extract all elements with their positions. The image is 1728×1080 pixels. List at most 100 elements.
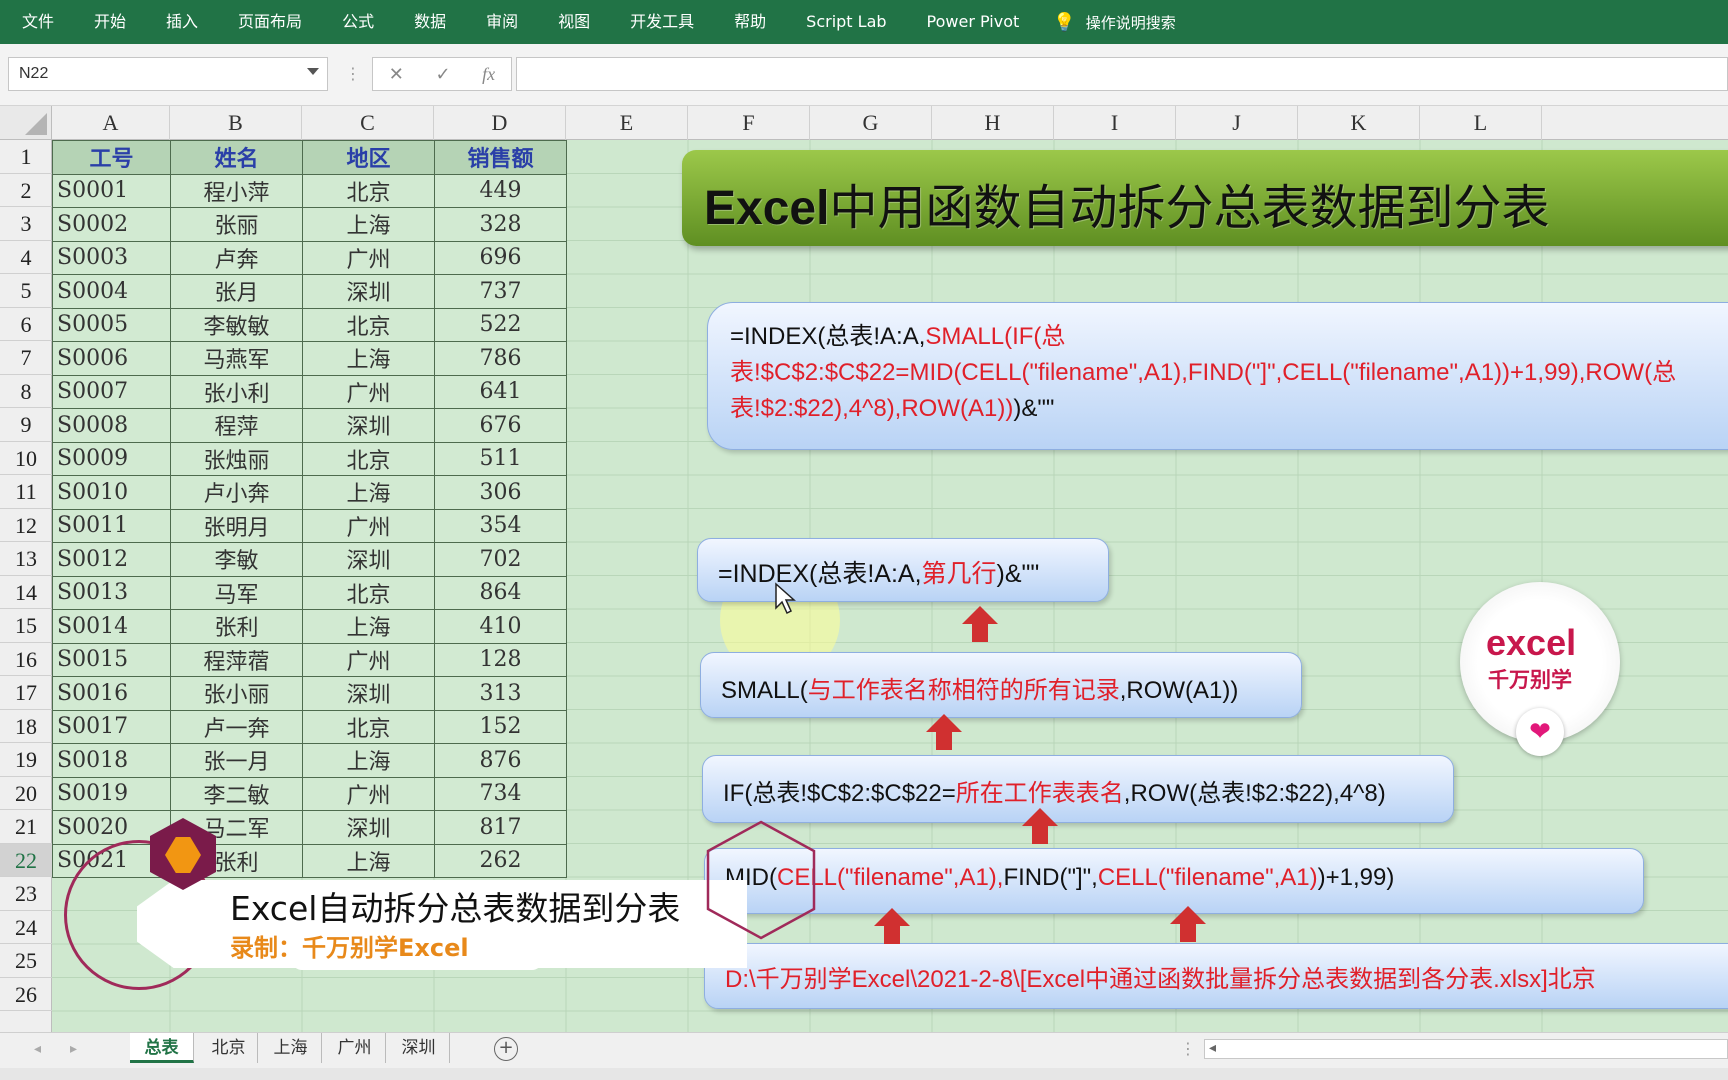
ribbon-tab[interactable]: 文件 bbox=[0, 0, 74, 44]
row-header[interactable]: 4 bbox=[0, 241, 52, 274]
insert-function-icon[interactable]: fx bbox=[482, 64, 495, 85]
table-cell[interactable]: 522 bbox=[434, 307, 567, 342]
ribbon-tab[interactable]: 页面布局 bbox=[218, 0, 322, 44]
sheet-tab[interactable]: 上海 bbox=[260, 1033, 322, 1063]
worksheet-grid[interactable]: 工号 姓名 地区 销售额 S0001 程小萍 北京 449 S0002 张丽 上海 328 S0003 卢… bbox=[52, 140, 1728, 1032]
table-cell[interactable]: 北京 bbox=[302, 575, 435, 610]
table-cell[interactable]: 864 bbox=[434, 575, 567, 610]
table-cell[interactable]: S0005 bbox=[52, 307, 171, 342]
table-cell[interactable]: 北京 bbox=[302, 709, 435, 744]
row-header[interactable]: 1 bbox=[0, 140, 52, 174]
table-cell[interactable]: 128 bbox=[434, 642, 567, 677]
row-header[interactable]: 8 bbox=[0, 375, 52, 408]
row-header[interactable]: 21 bbox=[0, 810, 52, 844]
table-cell[interactable]: 程小萍 bbox=[170, 173, 303, 208]
tell-me-search[interactable]: 💡 操作说明搜索 bbox=[1053, 12, 1175, 33]
table-cell[interactable]: 北京 bbox=[302, 173, 435, 208]
row-header[interactable]: 2 bbox=[0, 174, 52, 207]
ribbon-tab[interactable]: 审阅 bbox=[466, 0, 538, 44]
table-cell[interactable]: S0007 bbox=[52, 374, 171, 409]
table-cell[interactable]: 354 bbox=[434, 508, 567, 543]
table-cell[interactable]: 李敏 bbox=[170, 542, 303, 577]
table-cell[interactable]: 广州 bbox=[302, 374, 435, 409]
table-cell[interactable]: 马军 bbox=[170, 575, 303, 610]
splitter-icon[interactable]: ⋮ bbox=[345, 64, 361, 83]
table-cell[interactable]: 上海 bbox=[302, 207, 435, 242]
table-cell[interactable]: 张明月 bbox=[170, 508, 303, 543]
splitter-icon[interactable]: ⋮ bbox=[1180, 1039, 1196, 1058]
table-cell[interactable]: 上海 bbox=[302, 743, 435, 778]
name-box[interactable]: N22 bbox=[8, 57, 328, 91]
row-header[interactable]: 20 bbox=[0, 777, 52, 810]
table-header-cell[interactable]: 姓名 bbox=[170, 140, 303, 175]
row-header[interactable]: 3 bbox=[0, 207, 52, 241]
cancel-icon[interactable]: ✕ bbox=[389, 64, 404, 85]
table-cell[interactable]: 152 bbox=[434, 709, 567, 744]
table-cell[interactable]: 程萍 bbox=[170, 408, 303, 443]
ribbon-tab[interactable]: 视图 bbox=[538, 0, 610, 44]
row-header[interactable]: 9 bbox=[0, 408, 52, 442]
row-header[interactable]: 16 bbox=[0, 643, 52, 676]
row-header[interactable]: 5 bbox=[0, 274, 52, 308]
table-cell[interactable]: 786 bbox=[434, 341, 567, 376]
row-header[interactable]: 10 bbox=[0, 442, 52, 475]
table-cell[interactable]: 上海 bbox=[302, 341, 435, 376]
table-cell[interactable]: 李敏敏 bbox=[170, 307, 303, 342]
table-cell[interactable]: 卢奔 bbox=[170, 240, 303, 275]
row-header[interactable]: 15 bbox=[0, 609, 52, 643]
table-cell[interactable]: S0017 bbox=[52, 709, 171, 744]
table-cell[interactable]: S0003 bbox=[52, 240, 171, 275]
table-cell[interactable]: 449 bbox=[434, 173, 567, 208]
sheet-tab[interactable]: 深圳 bbox=[388, 1033, 450, 1063]
table-cell[interactable]: 程萍蓿 bbox=[170, 642, 303, 677]
column-header[interactable]: E bbox=[566, 106, 688, 140]
table-cell[interactable]: 张小利 bbox=[170, 374, 303, 409]
formula-input[interactable] bbox=[516, 57, 1728, 91]
column-header[interactable]: C bbox=[302, 106, 434, 140]
table-cell[interactable]: 卢小奔 bbox=[170, 475, 303, 510]
table-cell[interactable]: S0008 bbox=[52, 408, 171, 443]
table-cell[interactable]: 737 bbox=[434, 274, 567, 309]
table-cell[interactable]: 676 bbox=[434, 408, 567, 443]
table-cell[interactable]: 深圳 bbox=[302, 676, 435, 711]
table-cell[interactable]: 641 bbox=[434, 374, 567, 409]
table-header-cell[interactable]: 地区 bbox=[302, 140, 435, 175]
add-sheet-button[interactable]: + bbox=[494, 1037, 518, 1061]
table-cell[interactable]: 306 bbox=[434, 475, 567, 510]
table-cell[interactable]: 李二敏 bbox=[170, 776, 303, 811]
table-cell[interactable]: 张一月 bbox=[170, 743, 303, 778]
table-cell[interactable]: S0004 bbox=[52, 274, 171, 309]
table-cell[interactable]: 卢一奔 bbox=[170, 709, 303, 744]
sheet-tab[interactable]: 总表 bbox=[130, 1033, 194, 1063]
sheet-tab[interactable]: 北京 bbox=[200, 1033, 258, 1063]
row-header[interactable]: 22 bbox=[0, 843, 52, 877]
table-cell[interactable]: S0001 bbox=[52, 173, 171, 208]
column-header[interactable]: F bbox=[688, 106, 810, 140]
table-cell[interactable]: 张小丽 bbox=[170, 676, 303, 711]
table-cell[interactable]: S0002 bbox=[52, 207, 171, 242]
table-cell[interactable]: S0013 bbox=[52, 575, 171, 610]
row-header[interactable]: 6 bbox=[0, 308, 52, 341]
table-cell[interactable]: 马燕军 bbox=[170, 341, 303, 376]
table-cell[interactable]: S0012 bbox=[52, 542, 171, 577]
table-cell[interactable]: 511 bbox=[434, 441, 567, 476]
table-cell[interactable]: 734 bbox=[434, 776, 567, 811]
row-header[interactable]: 19 bbox=[0, 743, 52, 777]
table-header-cell[interactable]: 工号 bbox=[52, 140, 171, 175]
select-all-button[interactable] bbox=[0, 106, 52, 140]
column-header[interactable]: A bbox=[52, 106, 170, 140]
table-cell[interactable]: 817 bbox=[434, 810, 567, 845]
table-cell[interactable]: S0014 bbox=[52, 609, 171, 644]
table-cell[interactable]: S0009 bbox=[52, 441, 171, 476]
table-cell[interactable]: 深圳 bbox=[302, 408, 435, 443]
ribbon-tab[interactable]: 开发工具 bbox=[610, 0, 714, 44]
table-cell[interactable]: S0018 bbox=[52, 743, 171, 778]
table-cell[interactable]: S0011 bbox=[52, 508, 171, 543]
ribbon-tab[interactable]: 帮助 bbox=[714, 0, 786, 44]
column-header[interactable]: H bbox=[932, 106, 1054, 140]
next-sheet-icon[interactable]: ▸ bbox=[70, 1041, 77, 1057]
ribbon-tab[interactable]: Script Lab bbox=[786, 0, 906, 44]
ribbon-tab[interactable]: 插入 bbox=[146, 0, 218, 44]
table-cell[interactable]: 702 bbox=[434, 542, 567, 577]
table-cell[interactable]: 张利 bbox=[170, 609, 303, 644]
